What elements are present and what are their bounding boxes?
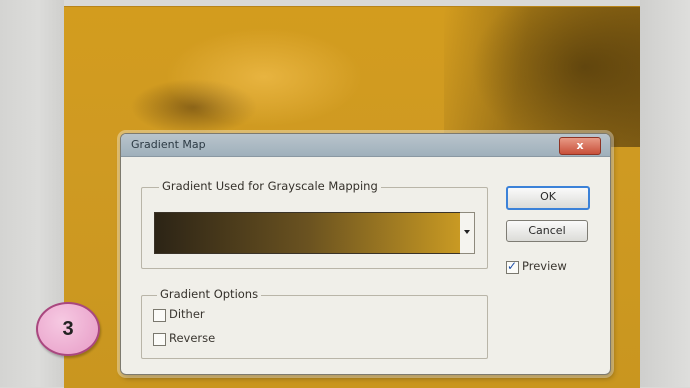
mapping-group-label: Gradient Used for Grayscale Mapping <box>159 179 381 193</box>
step-number-badge: 3 <box>36 302 100 356</box>
gradient-preview-swatch[interactable] <box>154 212 461 254</box>
dither-label: Dither <box>169 307 205 321</box>
step-number: 3 <box>62 318 74 340</box>
photo-shadow <box>444 7 640 147</box>
preview-checkbox[interactable] <box>506 259 519 274</box>
page-margin-right <box>640 0 690 387</box>
gradient-map-dialog: Gradient Map x Gradient Used for Graysca… <box>120 133 611 375</box>
options-groupbox <box>141 295 488 359</box>
chevron-down-icon <box>464 230 470 234</box>
dialog-titlebar[interactable]: Gradient Map x <box>121 134 610 157</box>
preview-label: Preview <box>522 259 567 273</box>
options-group-label: Gradient Options <box>157 287 262 301</box>
reverse-checkbox[interactable] <box>153 333 166 346</box>
ok-button[interactable]: OK <box>506 186 590 210</box>
cancel-button[interactable]: Cancel <box>506 220 588 242</box>
close-button[interactable]: x <box>559 137 601 155</box>
gradient-picker-dropdown[interactable] <box>460 212 475 254</box>
dialog-title: Gradient Map <box>131 138 206 151</box>
reverse-label: Reverse <box>169 331 216 345</box>
dither-checkbox[interactable] <box>153 309 166 322</box>
